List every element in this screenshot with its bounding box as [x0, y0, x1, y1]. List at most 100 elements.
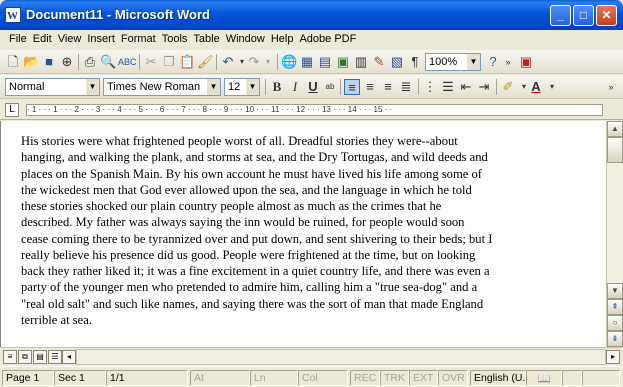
chevron-down-icon[interactable]: ▼ [467, 54, 480, 70]
insert-excel-icon[interactable]: ▣ [335, 54, 351, 70]
bullets-icon[interactable]: ☰ [440, 79, 456, 95]
text-line[interactable]: terrible at sea. [21, 312, 603, 328]
toolbar-options-icon[interactable]: » [603, 79, 619, 95]
scroll-up-icon[interactable]: ▲ [607, 121, 623, 137]
highlight-icon[interactable]: ✐ [500, 79, 516, 95]
print-layout-icon[interactable]: ▤ [33, 350, 47, 364]
text-line[interactable]: cease coming there to be tyrannized over… [21, 231, 603, 247]
font-color-icon[interactable]: A [528, 79, 544, 95]
strikethrough-icon[interactable]: ab [322, 79, 338, 95]
word-app-icon[interactable]: W [5, 7, 21, 23]
copy-icon[interactable]: ❐ [161, 54, 177, 70]
menu-window[interactable]: Window [223, 30, 268, 45]
scroll-right-icon[interactable]: ▸ [606, 350, 620, 364]
separator [216, 54, 217, 70]
menu-edit[interactable]: Edit [30, 30, 55, 45]
pdf-icon[interactable]: ▣ [518, 54, 534, 70]
status-trk[interactable]: TRK [380, 370, 409, 386]
scroll-left-icon[interactable]: ◂ [62, 350, 76, 364]
text-line[interactable]: back they rather liked it; it was a fine… [21, 263, 603, 279]
document-page[interactable]: His stories were what frightened people … [0, 121, 606, 347]
help-icon[interactable]: ? [485, 54, 501, 70]
font-color-dropdown-icon[interactable]: ▾ [544, 79, 560, 95]
font-combo[interactable]: Times New Roman ▼ [103, 78, 221, 96]
document-map-icon[interactable]: ▧ [389, 54, 405, 70]
normal-view-icon[interactable]: ≡ [3, 350, 17, 364]
text-line[interactable]: these stories shocked our plain country … [21, 198, 603, 214]
menu-tools[interactable]: Tools [159, 30, 191, 45]
vertical-scrollbar[interactable]: ▲ ▼ ⇞ ○ ⇟ [606, 121, 623, 347]
style-combo[interactable]: Normal ▼ [5, 78, 100, 96]
zoom-combo[interactable]: 100% ▼ [425, 53, 481, 71]
text-line[interactable]: His stories were what frightened people … [21, 133, 603, 149]
show-formatting-icon[interactable]: ¶ [407, 54, 423, 70]
paste-icon[interactable]: 📋 [179, 54, 195, 70]
font-size-combo[interactable]: 12 ▼ [224, 78, 260, 96]
redo-dropdown-icon[interactable]: ▾ [260, 54, 276, 70]
close-button[interactable]: ✕ [596, 5, 617, 26]
spelling-status-icon[interactable]: 📖 [526, 370, 562, 386]
tab-selector-icon[interactable]: L [5, 103, 19, 117]
decrease-indent-icon[interactable]: ⇤ [458, 79, 474, 95]
scroll-thumb[interactable] [607, 137, 623, 163]
text-line[interactable]: hanging, and walking the plank, and stor… [21, 149, 603, 165]
columns-icon[interactable]: ▥ [353, 54, 369, 70]
menu-view[interactable]: View [55, 30, 85, 45]
underline-icon[interactable]: U [305, 79, 321, 95]
increase-indent-icon[interactable]: ⇥ [476, 79, 492, 95]
justify-icon[interactable]: ≣ [398, 79, 414, 95]
text-line[interactable]: places on the Spanish Main. By his own a… [21, 166, 603, 182]
document-text[interactable]: His stories were what frightened people … [21, 133, 603, 328]
menu-adobe-pdf[interactable]: Adobe PDF [296, 30, 359, 45]
text-line[interactable]: "real old salt" and such like names, and… [21, 296, 603, 312]
drawing-icon[interactable]: ✎ [371, 54, 387, 70]
minimize-button[interactable]: _ [550, 5, 571, 26]
print-preview-icon[interactable]: 🔍 [100, 54, 116, 70]
web-layout-icon[interactable]: ⧉ [18, 350, 32, 364]
menu-file[interactable]: File [6, 30, 30, 45]
chevron-down-icon[interactable]: ▼ [207, 79, 220, 95]
print-icon[interactable]: ⎙ [82, 54, 98, 70]
toolbar-options-icon[interactable]: » [500, 54, 516, 70]
status-ovr[interactable]: OVR [438, 370, 468, 386]
outline-view-icon[interactable]: ☰ [48, 350, 62, 364]
scroll-down-icon[interactable]: ▼ [607, 283, 623, 299]
cut-icon[interactable]: ✂ [143, 54, 159, 70]
hyperlink-icon[interactable]: 🌐 [281, 54, 297, 70]
next-page-icon[interactable]: ⇟ [607, 331, 623, 347]
ruler-strip[interactable]: · 1 · · · 1 · · · 2 · · · 3 · · · 4 · · … [26, 104, 603, 116]
chevron-down-icon[interactable]: ▼ [246, 79, 259, 95]
open-folder-icon[interactable]: 📂 [23, 54, 39, 70]
menu-help[interactable]: Help [268, 30, 297, 45]
maximize-button[interactable]: □ [573, 5, 594, 26]
status-ext[interactable]: EXT [409, 370, 438, 386]
italic-icon[interactable]: I [287, 79, 303, 95]
numbering-icon[interactable]: ⋮ [422, 79, 438, 95]
tables-borders-icon[interactable]: ▦ [299, 54, 315, 70]
bold-icon[interactable]: B [269, 79, 285, 95]
text-line[interactable]: described. My father was always saying t… [21, 214, 603, 230]
format-painter-icon[interactable]: 🖌 [197, 54, 214, 70]
status-language[interactable]: English (U.K [470, 370, 526, 386]
insert-table-icon[interactable]: ▤ [317, 54, 333, 70]
text-line[interactable]: really believe his presence did us good.… [21, 247, 603, 263]
select-browse-object-icon[interactable]: ○ [607, 315, 623, 331]
horizontal-ruler: L · 1 · · · 1 · · · 2 · · · 3 · · · 4 · … [0, 100, 623, 120]
status-rec[interactable]: REC [350, 370, 380, 386]
style-value: Normal [9, 81, 45, 93]
chevron-down-icon[interactable]: ▼ [86, 79, 99, 95]
text-line[interactable]: party of the younger men who pretended t… [21, 279, 603, 295]
text-line[interactable]: the wickedest men that God ever allowed … [21, 182, 603, 198]
align-left-icon[interactable]: ≡ [344, 79, 360, 95]
menu-format[interactable]: Format [118, 30, 159, 45]
previous-page-icon[interactable]: ⇞ [607, 299, 623, 315]
menu-insert[interactable]: Insert [84, 30, 118, 45]
spelling-icon[interactable]: ABC [118, 54, 137, 70]
permission-icon[interactable]: ⊕ [59, 54, 75, 70]
horizontal-scrollbar[interactable] [76, 349, 606, 365]
new-document-icon[interactable]: 🗋 [5, 54, 21, 70]
align-right-icon[interactable]: ≡ [380, 79, 396, 95]
save-icon[interactable]: ■ [41, 54, 57, 70]
menu-table[interactable]: Table [190, 30, 222, 45]
align-center-icon[interactable]: ≡ [362, 79, 378, 95]
